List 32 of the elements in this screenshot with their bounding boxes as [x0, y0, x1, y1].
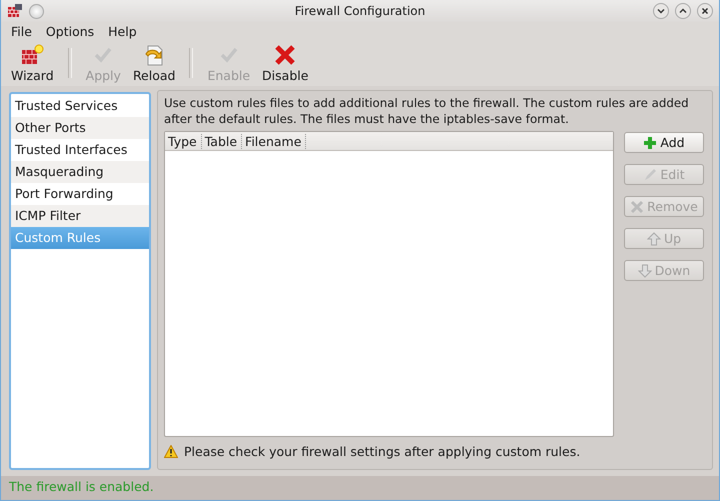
warning-text: Please check your firewall settings after applying custom rules. — [184, 444, 580, 458]
column-header[interactable]: Table — [202, 134, 242, 148]
status-text: The firewall is enabled. — [1, 476, 719, 500]
cross-icon — [630, 200, 644, 214]
description-text: Use custom rules files to add additional rules to the firewall. The custom rules are added after the default rules. The files must have the iptables-save format. — [164, 95, 690, 127]
sidebar-item[interactable]: ICMP Filter — [11, 205, 149, 227]
firewall-icon — [7, 3, 23, 19]
sidebar-item[interactable]: Masquerading — [11, 161, 149, 183]
toolbar-button[interactable]: Disable — [256, 40, 314, 86]
menu-item[interactable]: File — [11, 24, 32, 38]
close-button[interactable] — [697, 3, 713, 19]
up-arrow-icon — [646, 232, 661, 246]
toolbar-button[interactable]: Reload — [126, 40, 182, 86]
sidebar-item[interactable]: Other Ports — [11, 117, 149, 139]
cross-icon — [273, 44, 298, 66]
warning-icon — [164, 444, 178, 458]
toolbar-button[interactable]: Wizard — [5, 40, 60, 86]
menu-item[interactable]: Help — [108, 24, 137, 38]
add-button[interactable]: Add — [624, 132, 704, 153]
menu-item[interactable]: Options — [46, 24, 94, 38]
sidebar-item[interactable]: Trusted Services — [11, 95, 149, 117]
column-header[interactable]: Type — [165, 134, 202, 148]
maximize-button[interactable] — [675, 3, 691, 19]
plus-icon — [643, 136, 658, 150]
sidebar-item[interactable]: Port Forwarding — [11, 183, 149, 205]
minimize-button[interactable] — [653, 3, 669, 19]
sidebar-item[interactable]: Trusted Interfaces — [11, 139, 149, 161]
pencil-icon — [643, 168, 658, 182]
window-title: Firewall Configuration — [294, 4, 426, 18]
brick-wall-icon — [20, 44, 44, 66]
column-header[interactable]: Filename — [242, 134, 306, 148]
down-arrow-icon — [638, 264, 652, 278]
